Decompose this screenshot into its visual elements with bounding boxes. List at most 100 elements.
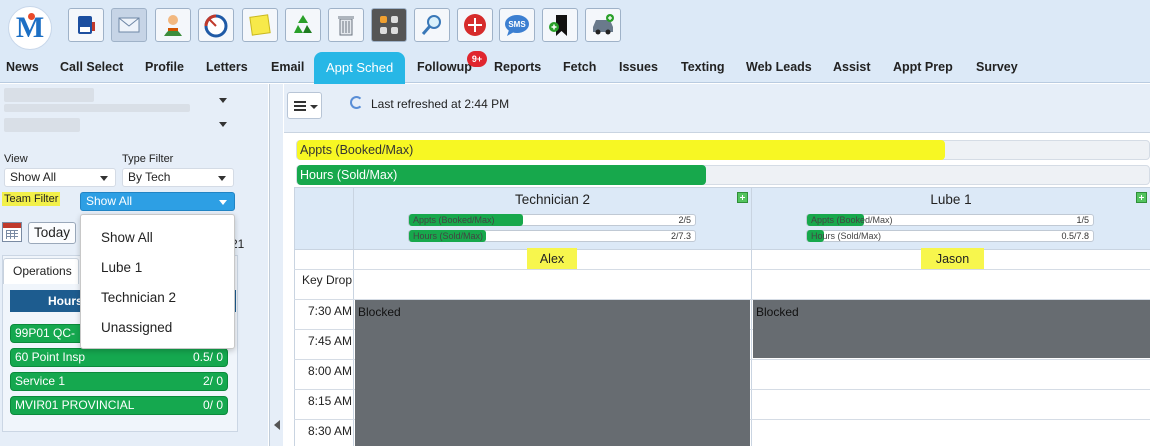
recycle-icon [294, 15, 312, 33]
team-option-show-all[interactable]: Show All [101, 230, 153, 245]
main-nav: News Call Select Profile Letters Email A… [0, 51, 1150, 84]
nav-survey[interactable]: Survey [972, 53, 1022, 83]
trash-button[interactable] [328, 8, 364, 42]
nav-call-select[interactable]: Call Select [56, 53, 127, 83]
racing-button[interactable] [457, 8, 493, 42]
team-option-technician-2[interactable]: Technician 2 [101, 290, 176, 305]
speedometer-button[interactable] [198, 8, 234, 42]
key-drop-label: Key Drop [301, 273, 352, 287]
car-add-icon [593, 14, 614, 35]
sms-icon: SMS [505, 15, 529, 36]
view-select[interactable]: Show All [4, 168, 116, 187]
mini-bar-value: 0.5/7.8 [1061, 231, 1089, 241]
team-filter-dropdown: Show All Lube 1 Technician 2 Unassigned [80, 214, 235, 349]
nav-appt-sched[interactable]: Appt Sched [314, 52, 406, 84]
column-title: Lube 1 [930, 192, 972, 207]
add-appointment-icon[interactable] [1136, 192, 1147, 203]
operation-name: 99P01 QC- [15, 326, 76, 340]
tab-operations[interactable]: Operations [3, 258, 79, 284]
apps-button[interactable] [371, 8, 407, 42]
technician-header-row: Technician 2 Appts (Booked/Max) 2/5 Hour… [294, 187, 1150, 250]
profile-button[interactable] [155, 8, 191, 42]
chevron-down-icon [310, 105, 318, 109]
view-select-value: Show All [10, 170, 57, 184]
recycle-button[interactable] [285, 8, 321, 42]
sms-button[interactable]: SMS [499, 8, 535, 42]
mini-bar-label: Hours (Sold/Max) [811, 231, 882, 241]
add-appointment-icon[interactable] [737, 192, 748, 203]
mini-bar-label: Hours (Sold/Max) [413, 231, 484, 241]
nav-news[interactable]: News [2, 53, 43, 83]
sticky-note-button[interactable] [242, 8, 278, 42]
nav-reports[interactable]: Reports [490, 53, 545, 83]
nav-followup-label: Followup [417, 60, 472, 74]
collapse-arrow-icon[interactable] [274, 420, 280, 430]
followup-count-badge: 9+ [467, 51, 487, 67]
nav-followup[interactable]: Followup 9+ [413, 51, 487, 83]
magnifier-icon [421, 15, 441, 35]
hours-summary-fill: Hours (Sold/Max) [297, 165, 706, 185]
app-logo[interactable]: M [8, 6, 52, 50]
advisor-select[interactable] [4, 115, 234, 134]
panel-splitter[interactable] [269, 84, 283, 446]
mini-bar-label: Appts (Booked/Max) [811, 215, 893, 225]
time-slot-label: 8:15 AM [307, 394, 352, 408]
col-appts-mini-bar: Appts (Booked/Max) 1/5 [806, 214, 1094, 226]
nav-fetch[interactable]: Fetch [559, 53, 600, 83]
operation-name: Service 1 [15, 374, 66, 388]
mini-bar-value: 2/7.3 [670, 231, 691, 241]
main-toolbar: M SMS [0, 0, 1150, 53]
mail-box-button[interactable] [68, 8, 104, 42]
refresh-icon[interactable] [350, 96, 363, 109]
bookmark-add-icon [549, 15, 567, 36]
calendar-icon[interactable] [2, 222, 22, 242]
operation-item[interactable]: 60 Point Insp 0.5/ 0 [10, 348, 228, 367]
nav-assist[interactable]: Assist [829, 53, 875, 83]
appts-summary-bar: Appts (Booked/Max) [296, 140, 1150, 160]
nav-issues[interactable]: Issues [615, 53, 662, 83]
sticky-note-icon [249, 14, 271, 36]
mini-bar-label: Appts (Booked/Max) [413, 215, 495, 225]
column-technician-2: Technician 2 Appts (Booked/Max) 2/5 Hour… [353, 188, 751, 249]
team-option-lube-1[interactable]: Lube 1 [101, 260, 142, 275]
nav-profile[interactable]: Profile [141, 53, 188, 83]
operation-name: 60 Point Insp [15, 350, 86, 364]
time-slot-label: 7:30 AM [307, 304, 352, 318]
team-filter-label: Team Filter [2, 192, 61, 206]
mini-bar-value: 2/5 [678, 215, 691, 225]
column-lube-1: Lube 1 Appts (Booked/Max) 1/5 Hours (Sol… [751, 188, 1150, 249]
email-button[interactable] [111, 8, 147, 42]
column-title: Technician 2 [514, 192, 591, 207]
time-slot-label: 8:00 AM [307, 364, 352, 378]
nav-texting[interactable]: Texting [677, 53, 729, 83]
team-filter-select[interactable]: Show All [80, 192, 235, 211]
bookmark-add-button[interactable] [542, 8, 578, 42]
operation-value: 2/ 0 [202, 374, 223, 388]
tech-name-jason: Jason [921, 248, 984, 270]
nav-appt-prep[interactable]: Appt Prep [889, 53, 957, 83]
person-icon [164, 15, 182, 36]
nav-letters[interactable]: Letters [202, 53, 252, 83]
nav-web-leads[interactable]: Web Leads [742, 53, 816, 83]
redacted-field [4, 104, 190, 112]
operation-item[interactable]: MVIR01 PROVINCIAL 0/ 0 [10, 396, 228, 415]
team-filter-value: Show All [86, 194, 133, 208]
trash-icon [338, 16, 354, 36]
type-filter-select[interactable]: By Tech [122, 168, 234, 187]
nav-email[interactable]: Email [267, 53, 308, 83]
add-vehicle-button[interactable] [585, 8, 621, 42]
time-slot-label: 8:30 AM [307, 424, 352, 438]
mail-box-icon [78, 16, 95, 34]
last-refreshed-text: Last refreshed at 2:44 PM [371, 97, 510, 111]
col-hours-mini-bar: Hours (Sold/Max) 0.5/7.8 [806, 230, 1094, 242]
team-option-unassigned[interactable]: Unassigned [101, 320, 172, 335]
blocked-slot-lube-1[interactable]: Blocked [753, 300, 1150, 358]
racing-icon [464, 14, 486, 36]
appts-summary-fill: Appts (Booked/Max) [297, 140, 945, 160]
today-button[interactable]: Today [28, 222, 76, 244]
operation-item[interactable]: Service 1 2/ 0 [10, 372, 228, 391]
menu-button[interactable] [287, 92, 322, 119]
blocked-slot-technician-2[interactable]: Blocked [355, 300, 750, 446]
search-button[interactable] [414, 8, 450, 42]
operation-value: 0.5/ 0 [192, 350, 223, 364]
